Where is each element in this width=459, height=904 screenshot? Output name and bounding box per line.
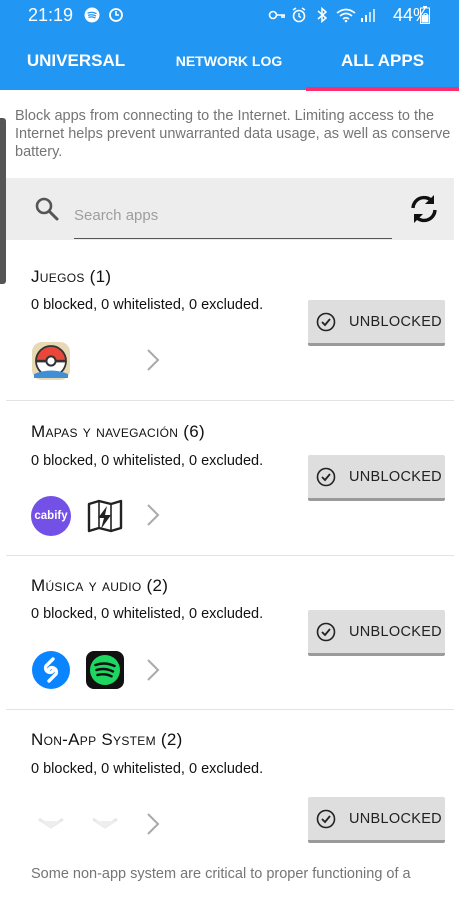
search-input[interactable]	[74, 193, 392, 239]
category-card-musica: Música y audio (2) 0 blocked, 0 whitelis…	[6, 557, 454, 710]
chevron-right-icon[interactable]	[146, 503, 160, 527]
key-status-icon	[268, 7, 286, 27]
sync-status-icon	[108, 7, 124, 27]
unblocked-button[interactable]: UNBLOCKED	[308, 300, 445, 346]
chevron-right-icon[interactable]	[146, 348, 160, 372]
spotify-status-icon	[84, 7, 100, 27]
search-bar	[6, 178, 454, 240]
unblocked-label: UNBLOCKED	[349, 623, 442, 640]
android-system-app-icon[interactable]	[85, 805, 125, 845]
wifi-status-icon	[336, 7, 356, 27]
category-title: Música y audio (2)	[31, 576, 169, 595]
category-stats: 0 blocked, 0 whitelisted, 0 excluded.	[31, 453, 264, 469]
bluetooth-status-icon	[316, 6, 328, 27]
check-circle-icon	[316, 809, 336, 828]
category-title: Juegos (1)	[31, 267, 112, 286]
spotify-app-icon[interactable]	[85, 650, 125, 690]
shazam-app-icon[interactable]	[31, 650, 71, 690]
category-stats: 0 blocked, 0 whitelisted, 0 excluded.	[31, 761, 264, 777]
check-circle-icon	[316, 467, 336, 486]
unblocked-label: UNBLOCKED	[349, 810, 442, 827]
category-card-mapas: Mapas y navegación (6) 0 blocked, 0 whit…	[6, 402, 454, 556]
refresh-icon[interactable]	[406, 191, 442, 227]
unblocked-button[interactable]: UNBLOCKED	[308, 455, 445, 501]
unblocked-button[interactable]: UNBLOCKED	[308, 610, 445, 656]
category-card-juegos: Juegos (1) 0 blocked, 0 whitelisted, 0 e…	[6, 248, 454, 401]
tab-universal[interactable]: UNIVERSAL	[0, 32, 152, 90]
unblocked-label: UNBLOCKED	[349, 468, 442, 485]
alarm-status-icon	[291, 7, 307, 27]
chevron-right-icon[interactable]	[146, 812, 160, 836]
status-bar: 21:19 44%	[0, 0, 459, 32]
cabify-app-icon[interactable]: cabify	[31, 496, 71, 536]
footnote-text: Some non-app system are critical to prop…	[31, 866, 411, 882]
android-system-app-icon[interactable]	[31, 805, 71, 845]
tab-bar: UNIVERSAL NETWORK LOG ALL APPS	[0, 32, 459, 90]
tab-all-apps[interactable]: ALL APPS	[306, 32, 459, 90]
category-title: Non-App System (2)	[31, 730, 183, 749]
category-stats: 0 blocked, 0 whitelisted, 0 excluded.	[31, 606, 264, 622]
pokemon-go-app-icon[interactable]	[31, 341, 71, 381]
check-circle-icon	[316, 622, 336, 641]
unblocked-button[interactable]: UNBLOCKED	[308, 797, 445, 843]
maps-app-icon[interactable]	[85, 496, 125, 536]
tab-indicator	[306, 87, 459, 91]
cabify-logo-text: cabify	[34, 510, 68, 522]
check-circle-icon	[316, 312, 336, 331]
search-icon	[35, 197, 59, 221]
status-time: 21:19	[28, 5, 74, 25]
intro-text: Block apps from connecting to the Intern…	[15, 108, 451, 160]
battery-icon	[420, 6, 430, 28]
unblocked-label: UNBLOCKED	[349, 313, 442, 330]
category-title: Mapas y navegación (6)	[31, 422, 205, 441]
signal-status-icon	[360, 7, 376, 27]
chevron-right-icon[interactable]	[146, 658, 160, 682]
tab-network-log[interactable]: NETWORK LOG	[152, 32, 306, 90]
category-stats: 0 blocked, 0 whitelisted, 0 excluded.	[31, 297, 264, 313]
